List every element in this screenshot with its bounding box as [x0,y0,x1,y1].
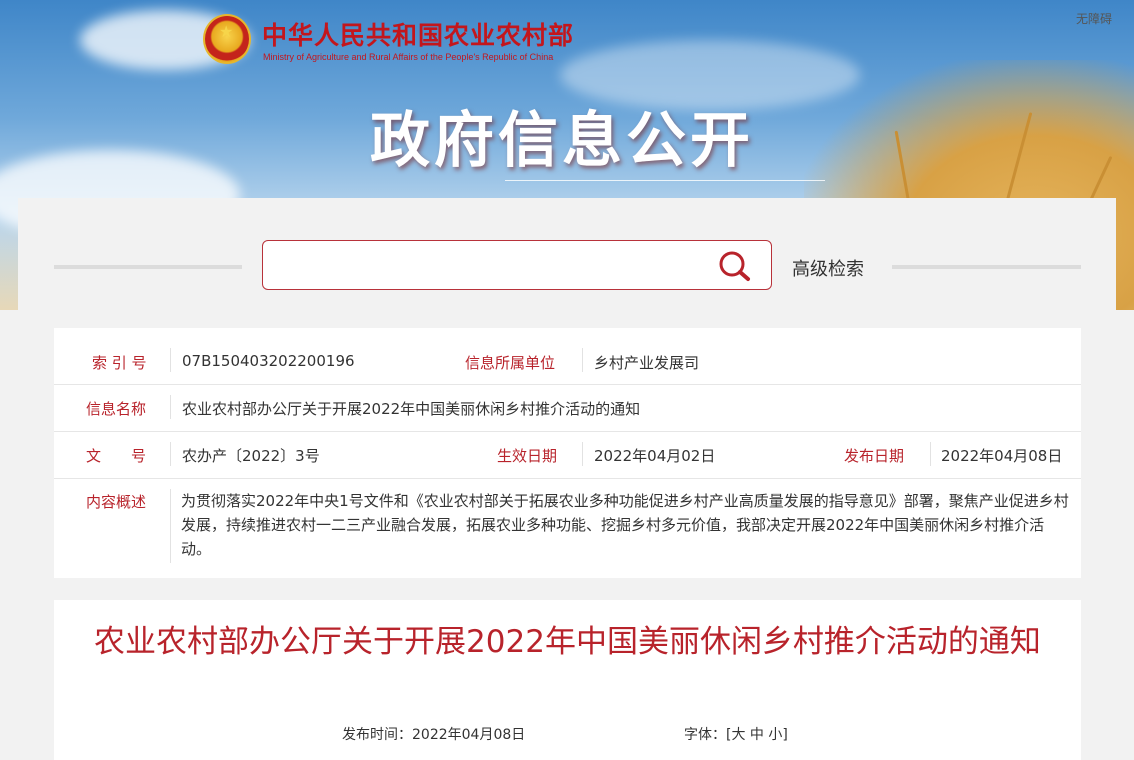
column-divider [582,348,583,372]
publish-label: 发布日期 [844,447,905,465]
accessibility-link[interactable]: 无障碍 [1076,10,1112,27]
font-size-bracket-close: ] [782,727,788,743]
index-value: 07B150403202200196 [182,352,355,370]
metadata-table: 索 引 号 07B150403202200196 信息所属单位 乡村产业发展司 … [54,328,1081,578]
content-panel: 高级检索 索 引 号 07B150403202200196 信息所属单位 乡村产… [18,198,1116,760]
font-size-medium[interactable]: 中 [750,727,764,743]
name-value: 农业农村部办公厅关于开展2022年中国美丽休闲乡村推介活动的通知 [182,400,641,418]
name-label: 信息名称 [86,400,147,418]
search-input[interactable] [273,249,707,283]
site-subtitle: Ministry of Agriculture and Rural Affair… [263,52,554,62]
article-title: 农业农村部办公厅关于开展2022年中国美丽休闲乡村推介活动的通知 [94,624,1041,660]
column-divider [170,442,171,466]
search-bar: 高级检索 [18,240,1116,294]
font-size-label: 字体： [684,727,726,743]
column-divider [170,395,171,419]
title-divider [505,180,825,181]
font-size-large[interactable]: 大 [731,727,745,743]
meta-row-index: 索 引 号 07B150403202200196 信息所属单位 乡村产业发展司 [54,328,1081,385]
index-label: 索 引 号 [92,354,147,372]
dept-label: 信息所属单位 [465,354,556,372]
column-divider [170,489,171,563]
search-icon[interactable] [717,250,753,282]
docno-value: 农办产〔2022〕3号 [182,447,320,465]
publish-time-label: 发布时间： [342,727,412,743]
docno-label: 文 号 [86,447,147,465]
summary-label: 内容概述 [86,493,147,511]
effective-label: 生效日期 [497,447,558,465]
advanced-search-link[interactable]: 高级检索 [792,255,864,281]
publish-time-value: 2022年04月08日 [412,727,526,743]
column-divider [170,348,171,372]
meta-row-summary: 内容概述 为贯彻落实2022年中央1号文件和《农业农村部关于拓展农业多种功能促进… [54,479,1081,578]
search-divider-right [892,265,1081,269]
section-title: 政府信息公开 [370,106,754,176]
dept-value: 乡村产业发展司 [594,354,700,372]
meta-row-name: 信息名称 农业农村部办公厅关于开展2022年中国美丽休闲乡村推介活动的通知 [54,385,1081,432]
search-box [262,240,772,290]
site-title[interactable]: 中华人民共和国农业农村部 [262,16,574,52]
search-divider-left [54,265,242,269]
effective-value: 2022年04月02日 [594,447,716,465]
font-size-selector: 字体：[大 中 小] [684,724,788,744]
publish-time: 发布时间：2022年04月08日 [342,724,525,744]
summary-value: 为贯彻落实2022年中央1号文件和《农业农村部关于拓展农业多种功能促进乡村产业高… [181,492,1069,558]
column-divider [582,442,583,466]
meta-row-docno: 文 号 农办产〔2022〕3号 生效日期 2022年04月02日 发布日期 20… [54,432,1081,479]
font-size-small[interactable]: 小 [768,727,782,743]
article-header: 农业农村部办公厅关于开展2022年中国美丽休闲乡村推介活动的通知 发布时间：20… [54,600,1081,760]
publish-value: 2022年04月08日 [941,447,1063,465]
column-divider [930,442,931,466]
national-emblem-icon[interactable]: ★ [203,14,251,64]
